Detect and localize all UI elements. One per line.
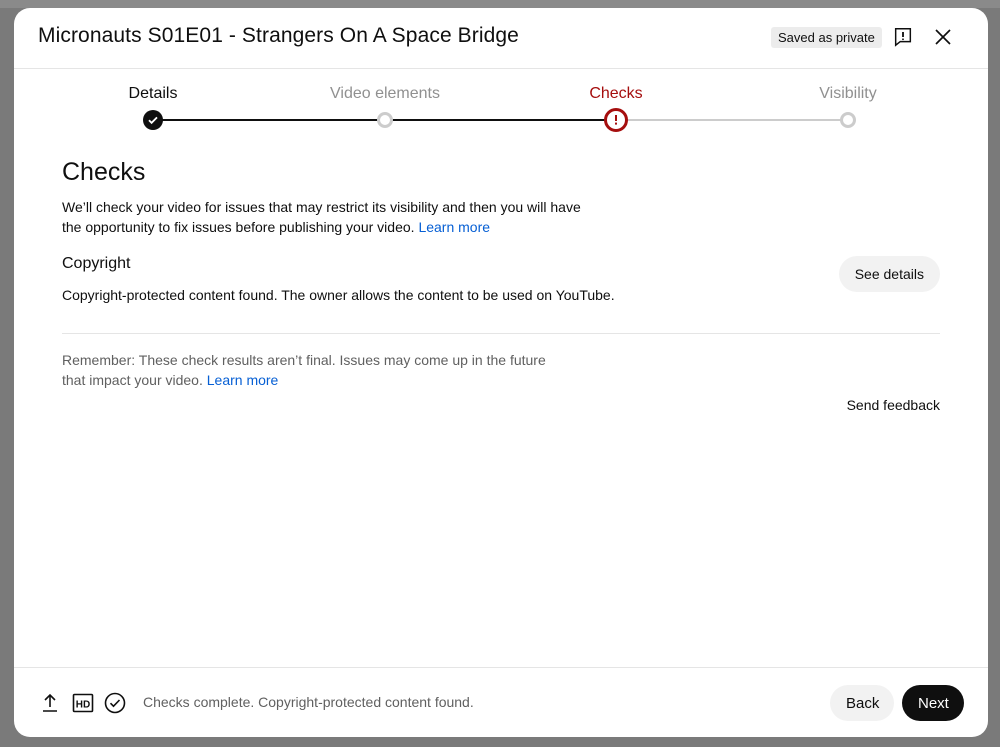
upload-dialog: Micronauts S01E01 - Strangers On A Space… [14, 8, 988, 737]
dialog-footer: HD Checks complete. Copyright-protected … [14, 667, 988, 737]
copyright-section: Copyright Copyright-protected content fo… [62, 255, 940, 319]
saved-status-badge: Saved as private [771, 27, 882, 48]
upload-icon [38, 691, 62, 715]
dialog-title: Micronauts S01E01 - Strangers On A Space… [38, 24, 519, 47]
checks-heading: Checks [62, 158, 146, 186]
step-video-elements-label[interactable]: Video elements [330, 85, 440, 103]
step-visibility-label[interactable]: Visibility [819, 85, 877, 103]
remember-learn-more-link[interactable]: Learn more [207, 372, 279, 388]
next-button[interactable]: Next [902, 685, 964, 721]
step-details-label[interactable]: Details [129, 85, 178, 103]
see-details-button[interactable]: See details [838, 256, 940, 292]
close-icon[interactable] [931, 25, 955, 49]
checks-content: Checks We’ll check your video for issues… [62, 158, 940, 413]
checks-intro-text: We’ll check your video for issues that m… [62, 199, 581, 235]
step-details-check-icon[interactable] [143, 110, 163, 130]
remember-text: Remember: These check results aren’t fin… [62, 352, 546, 388]
report-issue-icon[interactable] [891, 25, 915, 49]
learn-more-link[interactable]: Learn more [418, 219, 490, 235]
section-divider [62, 333, 940, 334]
step-checks-warning-icon[interactable] [604, 108, 628, 132]
step-video-elements-dot[interactable] [377, 112, 393, 128]
page-backdrop [0, 0, 1000, 8]
dialog-header: Micronauts S01E01 - Strangers On A Space… [14, 8, 988, 69]
stepper-remaining-line [616, 119, 848, 121]
send-feedback-link[interactable]: Send feedback [847, 397, 940, 413]
copyright-status-text: Copyright-protected content found. The o… [62, 287, 615, 303]
step-checks-label[interactable]: Checks [589, 85, 642, 103]
checks-intro: We’ll check your video for issues that m… [62, 197, 592, 237]
hd-icon: HD [71, 691, 95, 715]
back-button[interactable]: Back [830, 685, 894, 721]
upload-stepper: Details Video elements Checks Visibility [14, 70, 988, 140]
svg-text:HD: HD [76, 700, 90, 711]
footer-status-text: Checks complete. Copyright-protected con… [143, 694, 474, 710]
step-visibility-dot[interactable] [840, 112, 856, 128]
remember-note: Remember: These check results aren’t fin… [62, 350, 562, 390]
check-circle-icon [103, 691, 127, 715]
copyright-heading: Copyright [62, 255, 131, 272]
